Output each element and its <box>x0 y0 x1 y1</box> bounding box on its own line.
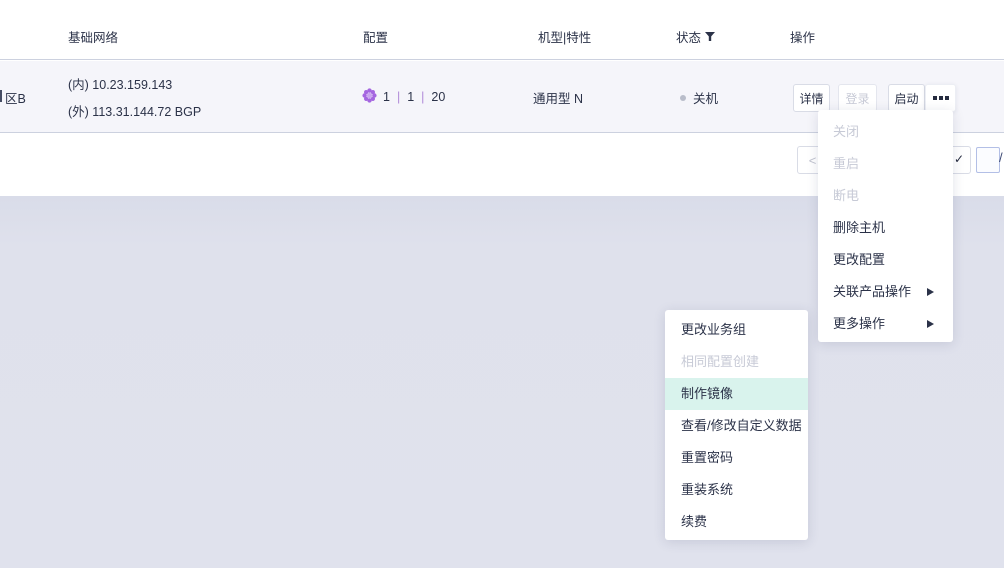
column-header-network: 基础网络 <box>68 27 118 46</box>
config-flower-icon <box>362 88 377 106</box>
check-icon: ✓ <box>954 152 964 166</box>
more-actions-button[interactable] <box>925 84 956 112</box>
column-header-network-label: 基础网络 <box>68 27 118 46</box>
console-page: 基础网络 配置 机型|特性 状态 操作 区B (内) 10.23.159.143… <box>0 0 1004 568</box>
page-number-input[interactable] <box>976 147 1000 173</box>
config-value-mem: 1 <box>407 90 414 104</box>
submenu-item-reinstall-system[interactable]: 重装系统 <box>665 474 808 506</box>
table-header: 基础网络 配置 机型|特性 状态 操作 <box>0 0 1004 60</box>
column-header-type: 机型|特性 <box>538 27 591 46</box>
column-header-type-label: 机型|特性 <box>538 27 591 46</box>
submenu-item-reset-password[interactable]: 重置密码 <box>665 442 808 474</box>
menu-item-restart: 重启 <box>818 148 953 180</box>
column-header-config: 配置 <box>363 27 388 46</box>
menu-item-power-off: 断电 <box>818 180 953 212</box>
column-header-actions: 操作 <box>790 27 815 46</box>
detail-button[interactable]: 详情 <box>793 84 830 112</box>
menu-item-change-config[interactable]: 更改配置 <box>818 244 953 276</box>
status-label: 关机 <box>693 88 718 107</box>
menu-item-related-product-ops-label: 关联产品操作 <box>833 284 911 299</box>
ellipsis-icon <box>933 96 949 100</box>
submenu-item-change-business-group[interactable]: 更改业务组 <box>665 314 808 346</box>
submenu-item-renew[interactable]: 续费 <box>665 506 808 538</box>
config-value-cpu: 1 <box>383 90 390 104</box>
status-cell: 关机 <box>680 88 718 107</box>
menu-item-more-ops[interactable]: 更多操作 <box>818 308 953 340</box>
config-separator: | <box>420 90 425 104</box>
internal-ip: (内) 10.23.159.143 <box>68 74 172 93</box>
column-header-status[interactable]: 状态 <box>676 27 715 46</box>
machine-type: 通用型 N <box>533 88 583 107</box>
menu-item-related-product-ops[interactable]: 关联产品操作 <box>818 276 953 308</box>
menu-item-delete-host[interactable]: 删除主机 <box>818 212 953 244</box>
config-separator: | <box>396 90 401 104</box>
submenu-arrow-icon <box>927 320 934 328</box>
submenu-arrow-icon <box>927 288 934 296</box>
more-ops-submenu: 更改业务组 相同配置创建 制作镜像 查看/修改自定义数据 重置密码 重装系统 续… <box>665 310 808 540</box>
login-button: 登录 <box>838 84 877 112</box>
external-ip: (外) 113.31.144.72 BGP <box>68 101 201 120</box>
menu-item-shutdown: 关闭 <box>818 116 953 148</box>
submenu-item-create-same-config: 相同配置创建 <box>665 346 808 378</box>
column-header-status-label: 状态 <box>676 27 701 46</box>
start-button[interactable]: 启动 <box>888 84 925 112</box>
status-filter-icon[interactable] <box>705 32 715 41</box>
column-header-actions-label: 操作 <box>790 27 815 46</box>
page-total-separator: / <box>999 150 1003 165</box>
submenu-item-view-edit-userdata[interactable]: 查看/修改自定义数据 <box>665 410 808 442</box>
chevron-left-icon: < <box>809 153 817 168</box>
config-cell: 1 | 1 | 20 <box>362 88 445 106</box>
column-header-config-label: 配置 <box>363 27 388 46</box>
status-dot-icon <box>680 95 686 101</box>
menu-item-more-ops-label: 更多操作 <box>833 316 885 331</box>
zone-clipped-glyph <box>0 90 2 102</box>
submenu-item-create-image[interactable]: 制作镜像 <box>665 378 808 410</box>
config-value-disk: 20 <box>431 90 445 104</box>
actions-dropdown-menu: 关闭 重启 断电 删除主机 更改配置 关联产品操作 更多操作 <box>818 110 953 342</box>
zone-label: 区B <box>5 88 26 107</box>
